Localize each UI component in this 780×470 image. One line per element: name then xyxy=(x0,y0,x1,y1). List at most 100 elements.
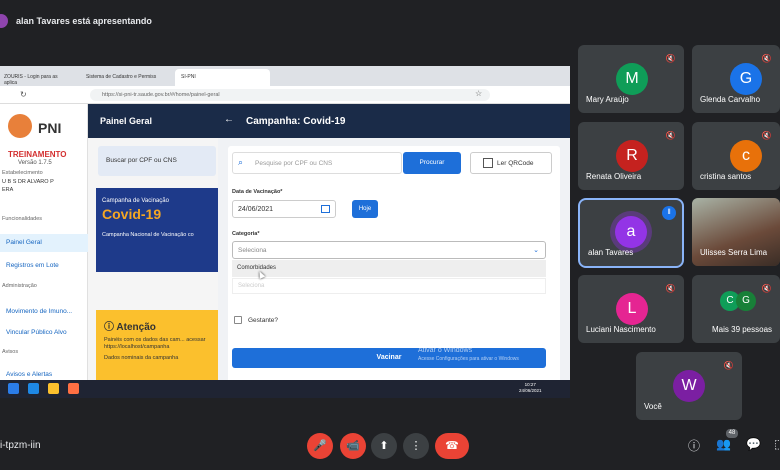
star-icon[interactable]: ☆ xyxy=(475,89,482,98)
participant-name: Mary Araújo xyxy=(586,95,629,104)
reload-icon[interactable]: ↻ xyxy=(20,90,27,99)
mic-off-icon: 🔇 xyxy=(761,54,772,63)
attention-title-text: Atenção xyxy=(116,322,156,333)
info-icon[interactable]: ⓘ xyxy=(688,437,700,454)
firefox-icon[interactable] xyxy=(68,383,79,394)
campaign-card[interactable]: Campanha de Vacinação Covid-19 Campanha … xyxy=(96,188,220,272)
participant-tile-glenda[interactable]: G Glenda Carvalho 🔇 xyxy=(692,45,780,113)
address-bar: ↻ https://si-pni-tr.saude.gov.br/#/home/… xyxy=(0,86,570,104)
pregnant-label: Gestante? xyxy=(248,317,278,324)
estab-label: Estabelecimento xyxy=(2,170,43,176)
campaign-label: Campanha de Vacinação xyxy=(102,198,169,204)
option-seleciona[interactable]: Seleciona xyxy=(232,278,546,294)
mic-off-icon: 🔇 xyxy=(665,54,676,63)
shared-screen: ZOURIS - Login para as aplica Sistema de… xyxy=(0,66,570,398)
participant-name: Glenda Carvalho xyxy=(700,95,761,104)
today-button[interactable]: Hoje xyxy=(352,200,378,218)
mic-off-icon: 🔇 xyxy=(665,131,676,140)
attention-text: Painéis com os dados das cam... acessar … xyxy=(104,337,206,350)
people-count-badge: 48 xyxy=(726,429,738,438)
self-tile[interactable]: W Você 🔇 xyxy=(636,352,742,420)
chevron-down-icon[interactable]: ⌄ xyxy=(533,246,539,254)
category-select[interactable]: Seleciona ⌄ xyxy=(232,241,546,259)
avatar: G xyxy=(730,63,762,95)
participant-name: alan Tavares xyxy=(588,248,634,257)
browser-tab-3[interactable]: SI-PNI xyxy=(175,69,270,86)
campaign-desc: Campanha Nacional de Vacinação co xyxy=(102,232,194,238)
nav-registros-lote[interactable]: Registros em Lote xyxy=(0,257,88,275)
speaking-icon: ⦀ xyxy=(662,206,676,220)
bg-search-button[interactable]: Buscar por CPF ou CNS xyxy=(98,146,216,176)
windows-taskbar: 10:27 24/06/2021 xyxy=(0,380,570,398)
panel-header: ← Campanha: Covid-19 xyxy=(218,104,570,138)
participant-name: Você xyxy=(644,402,662,411)
calendar-icon[interactable] xyxy=(321,205,330,213)
windows-watermark: Ativar o Windows xyxy=(418,347,473,354)
ie-icon[interactable] xyxy=(28,383,39,394)
date-input[interactable]: 24/06/2021 xyxy=(232,200,336,218)
url-field[interactable]: https://si-pni-tr.saude.gov.br/#/home/pa… xyxy=(90,89,490,101)
category-label: Categoria* xyxy=(232,231,260,237)
pni-logo: PNI TREINAMENTO Versão 1.7.5 xyxy=(8,114,84,166)
participant-name: Luciani Nascimento xyxy=(586,325,656,334)
chrome-icon[interactable] xyxy=(48,383,59,394)
chat-icon[interactable]: 💬 xyxy=(746,437,761,451)
mic-toggle-button[interactable]: 🎤 xyxy=(307,433,333,459)
clock-date: 24/06/2021 xyxy=(519,388,542,393)
nav-vincular[interactable]: Vincular Público Alvo xyxy=(0,324,88,342)
activities-icon[interactable]: ⬚ xyxy=(774,437,780,451)
estab-name: U B S DR ALVARO P xyxy=(2,179,54,185)
browser-tab-2[interactable]: Sistema de Cadastro e Permiss xyxy=(80,69,172,86)
date-value: 24/06/2021 xyxy=(238,206,274,213)
clock: 10:27 24/06/2021 xyxy=(519,382,542,394)
start-icon[interactable] xyxy=(8,383,19,394)
app-sidebar: PNI TREINAMENTO Versão 1.7.5 Estabelecim… xyxy=(0,104,88,398)
more-options-button[interactable]: ⋮ xyxy=(403,433,429,459)
participant-name: cristina santos xyxy=(700,172,752,181)
attention-text-2: Dados nominais da campanha xyxy=(104,355,179,361)
pregnant-checkbox[interactable] xyxy=(234,316,242,324)
people-icon[interactable]: 👥 xyxy=(716,437,731,451)
mic-off-icon: 🔇 xyxy=(761,284,772,293)
present-button[interactable]: ⬆ xyxy=(371,433,397,459)
participant-name: Renata Oliveira xyxy=(586,172,642,181)
estab-sub: ERA xyxy=(2,187,14,193)
avatar: c xyxy=(730,140,762,172)
participant-name: Ulisses Serra Lima xyxy=(700,248,768,257)
top-bar: alan Tavares está apresentando xyxy=(0,0,780,40)
more-people-tile[interactable]: C G Mais 39 pessoas 🔇 xyxy=(692,275,780,343)
mic-off-icon: 🔇 xyxy=(761,131,772,140)
participant-tile-renata[interactable]: R Renata Oliveira 🔇 xyxy=(578,122,684,190)
participant-tile-alan[interactable]: a alan Tavares ⦀ xyxy=(578,198,684,268)
avatar: W xyxy=(673,370,705,402)
nav-movimento[interactable]: Movimento de Imuno... xyxy=(0,303,88,321)
meeting-code: i-tpzm-iin xyxy=(0,440,41,451)
nav-painel-geral[interactable]: Painel Geral xyxy=(0,234,88,252)
participant-tile-luciani[interactable]: L Luciani Nascimento 🔇 xyxy=(578,275,684,343)
browser-tab-1[interactable]: ZOURIS - Login para as aplica xyxy=(0,69,70,86)
campaign-name: Covid-19 xyxy=(102,206,162,222)
back-arrow-icon[interactable]: ← xyxy=(224,114,234,125)
date-label: Data de Vacinação* xyxy=(232,189,283,195)
camera-toggle-button[interactable]: 📹 xyxy=(340,433,366,459)
search-button[interactable]: Procurar xyxy=(403,152,461,174)
presenter-avatar xyxy=(0,14,8,28)
category-placeholder: Seleciona xyxy=(238,247,267,254)
campaign-panel: ← Campanha: Covid-19 Pesquise por CPF ou… xyxy=(218,104,570,398)
more-people-label: Mais 39 pessoas xyxy=(712,325,773,334)
presenter-text: alan Tavares está apresentando xyxy=(16,16,152,26)
avatar: R xyxy=(616,140,648,172)
browser-tabbar: ZOURIS - Login para as aplica Sistema de… xyxy=(0,66,570,86)
panel-title: Campanha: Covid-19 xyxy=(246,116,346,127)
attention-title: ⓘ Atenção xyxy=(104,322,156,333)
cpf-search-input[interactable]: Pesquise por CPF ou CNS xyxy=(232,152,402,174)
participant-tile-mary[interactable]: M Mary Araújo 🔇 xyxy=(578,45,684,113)
participant-tile-cristina[interactable]: c cristina santos 🔇 xyxy=(692,122,780,190)
qrcode-icon xyxy=(483,158,493,168)
option-comorbidades[interactable]: Comorbidades xyxy=(232,260,546,277)
avatar: a xyxy=(615,216,647,248)
qrcode-label: Ler QRCode xyxy=(497,160,534,167)
qrcode-button[interactable]: Ler QRCode xyxy=(470,152,552,174)
participant-tile-ulisses[interactable]: Ulisses Serra Lima xyxy=(692,198,780,266)
end-call-button[interactable]: ☎ xyxy=(435,433,469,459)
